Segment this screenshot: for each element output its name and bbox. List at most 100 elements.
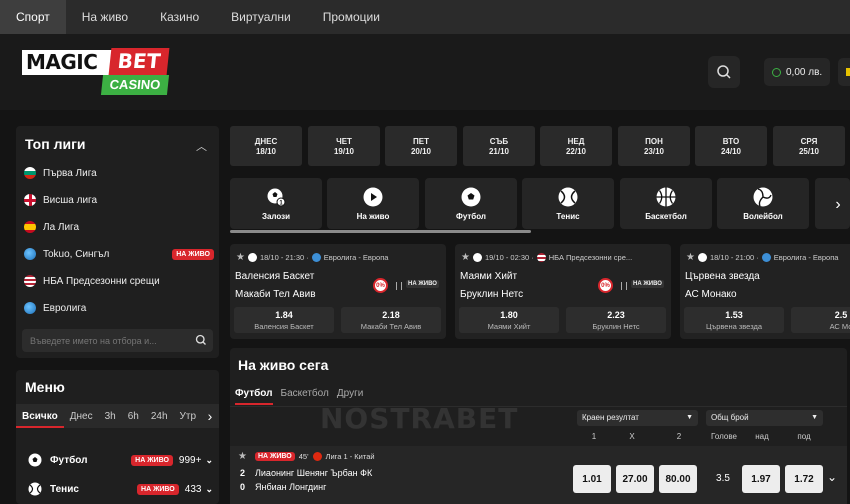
filter-6h[interactable]: 6h bbox=[122, 411, 145, 422]
tab-promotions[interactable]: Промоции bbox=[307, 0, 396, 34]
column-header: над bbox=[755, 432, 769, 441]
day-tab[interactable]: ЧЕТ 19/10 bbox=[308, 126, 380, 166]
football-icon bbox=[461, 187, 481, 206]
column-header: под bbox=[797, 432, 811, 441]
star-icon[interactable]: ★ bbox=[236, 252, 245, 263]
odd-button-away[interactable]: 2.5 АС Мо bbox=[791, 307, 850, 333]
search-icon[interactable] bbox=[195, 334, 207, 346]
league-item[interactable]: Първа Лига bbox=[24, 163, 214, 183]
market-select-result[interactable]: Краен резултат ▼ bbox=[577, 410, 698, 426]
day-date: 22/10 bbox=[565, 147, 587, 156]
tab-casino[interactable]: Казино bbox=[144, 0, 215, 34]
tab-football[interactable]: Футбол bbox=[235, 388, 273, 405]
day-tab[interactable]: СРЯ 25/10 bbox=[773, 126, 845, 166]
chevron-right-icon[interactable]: › bbox=[201, 404, 219, 428]
filter-all[interactable]: Всичко bbox=[16, 411, 64, 428]
event-league: Евролига - Европа bbox=[773, 253, 839, 262]
team-search-box bbox=[22, 329, 213, 352]
star-icon[interactable]: ★ bbox=[686, 252, 695, 263]
day-name: ПОН bbox=[645, 137, 663, 146]
odd-team: Маями Хийт bbox=[487, 322, 531, 331]
team-search-input[interactable] bbox=[30, 335, 185, 346]
live-stream-badge: НА ЖИВО bbox=[631, 280, 664, 288]
day-tab[interactable]: ПОН 23/10 bbox=[618, 126, 690, 166]
odd-button-x[interactable]: 27.00 bbox=[616, 465, 654, 493]
day-tab[interactable]: ВТО 24/10 bbox=[695, 126, 767, 166]
day-name: ПЕТ bbox=[413, 137, 429, 146]
star-icon[interactable]: ★ bbox=[238, 451, 247, 462]
odd-button-home[interactable]: 1.80 Маями Хийт bbox=[459, 307, 559, 333]
search-button[interactable] bbox=[708, 56, 740, 88]
top-nav: Спорт На живо Казино Виртуални Промоции bbox=[0, 0, 850, 34]
england-flag-icon bbox=[24, 194, 36, 206]
sport-tile-tennis[interactable]: Тенис bbox=[522, 178, 614, 229]
event-card[interactable]: ★ 18/10 - 21:30 · Евролига - Европа Вале… bbox=[230, 244, 446, 339]
bets-icon: 1 bbox=[267, 188, 286, 206]
day-date: 20/10 bbox=[410, 147, 432, 156]
league-item[interactable]: Висша лига bbox=[24, 190, 214, 210]
filter-today[interactable]: Днес bbox=[64, 411, 99, 422]
sport-tile-basketball[interactable]: Баскетбол bbox=[620, 178, 712, 229]
chevron-down-icon[interactable]: ⌄ bbox=[827, 470, 837, 484]
dropdown-arrow-icon: ▼ bbox=[686, 414, 693, 421]
event-datetime: 19/10 - 02:30 · bbox=[484, 253, 534, 262]
chevron-right-icon[interactable]: › bbox=[826, 190, 850, 220]
goals-line: 3.5 bbox=[716, 473, 730, 484]
event-card[interactable]: ★ 19/10 - 02:30 · НБА Предсезонни сре...… bbox=[455, 244, 671, 339]
collapse-chevron-icon[interactable]: ︿ bbox=[196, 138, 207, 154]
filter-24h[interactable]: 24h bbox=[145, 411, 174, 422]
event-card[interactable]: ★ 18/10 - 21:00 · Евролига - Европа Църв… bbox=[680, 244, 850, 339]
league-label: Tokuo, Сингъл bbox=[43, 248, 110, 260]
tab-live[interactable]: На живо bbox=[66, 0, 144, 34]
sport-tile-live[interactable]: На живо bbox=[327, 178, 419, 229]
tab-virtual[interactable]: Виртуални bbox=[215, 0, 307, 34]
sport-tile-football[interactable]: Футбол bbox=[425, 178, 517, 229]
day-date: 19/10 bbox=[333, 147, 355, 156]
sport-tile-bets[interactable]: 1 Залози bbox=[230, 178, 322, 229]
sports-bar-scrollbar[interactable] bbox=[230, 230, 531, 233]
odd-button-home[interactable]: 1.84 Валенсия Баскет bbox=[234, 307, 334, 333]
odd-button-away[interactable]: 2.18 Макаби Тел Авив bbox=[341, 307, 441, 333]
day-tab[interactable]: ПЕТ 20/10 bbox=[385, 126, 457, 166]
filter-tomorrow[interactable]: Утр bbox=[174, 411, 203, 422]
balance-amount: 0,00 лв. bbox=[786, 66, 823, 78]
league-item[interactable]: НБА Предсезонни срещи bbox=[24, 271, 214, 291]
odd-button-under[interactable]: 1.72 bbox=[785, 465, 823, 493]
balance-display[interactable]: 0,00 лв. bbox=[764, 58, 830, 86]
match-league: Лига 1 - Китай bbox=[325, 452, 375, 461]
live-match-row[interactable]: ★ НА ЖИВО 45' Лига 1 - Китай 2 0 Лиаонин… bbox=[230, 446, 847, 504]
magicbet-logo[interactable]: MAGIC BET CASINO bbox=[22, 48, 172, 96]
odd-button-1[interactable]: 1.01 bbox=[573, 465, 611, 493]
sport-label: Футбол bbox=[50, 454, 88, 466]
odd-button-2[interactable]: 80.00 bbox=[659, 465, 697, 493]
score-home: 2 bbox=[240, 468, 246, 478]
basketball-icon bbox=[656, 187, 676, 206]
event-datetime: 18/10 - 21:00 · bbox=[709, 253, 759, 262]
odd-button-home[interactable]: 1.53 Цървена звезда bbox=[684, 307, 784, 333]
sport-tile-volleyball[interactable]: Волейбол bbox=[717, 178, 809, 229]
tab-sport[interactable]: Спорт bbox=[0, 0, 66, 34]
day-tab[interactable]: НЕД 22/10 bbox=[540, 126, 612, 166]
wallet-button[interactable] bbox=[838, 58, 850, 86]
odd-button-over[interactable]: 1.97 bbox=[742, 465, 780, 493]
star-icon[interactable]: ★ bbox=[461, 252, 470, 263]
event-meta: ★ 18/10 - 21:00 · Евролига - Европа bbox=[686, 252, 838, 263]
market-select-total[interactable]: Общ брой ▼ bbox=[706, 410, 823, 426]
top-leagues-title: Топ лиги bbox=[25, 136, 86, 152]
coin-icon bbox=[772, 67, 781, 77]
league-item[interactable]: Ла Лига bbox=[24, 217, 214, 237]
sport-row-football[interactable]: Футбол НА ЖИВО 999+ ⌄ bbox=[28, 450, 213, 470]
sport-tile-label: Футбол bbox=[455, 211, 486, 221]
probability-badge: 0% bbox=[373, 278, 388, 293]
match-minute: 45' bbox=[298, 452, 309, 461]
league-item[interactable]: Евролига bbox=[24, 298, 214, 318]
sport-row-tennis[interactable]: Тенис НА ЖИВО 433 ⌄ bbox=[28, 479, 213, 499]
league-item[interactable]: Tokuo, Сингъл НА ЖИВО bbox=[24, 244, 214, 264]
play-icon bbox=[363, 187, 383, 206]
day-tab[interactable]: СЪБ 21/10 bbox=[463, 126, 535, 166]
filter-3h[interactable]: 3h bbox=[99, 411, 122, 422]
odd-team: Валенсия Баскет bbox=[254, 322, 314, 331]
sport-label: Тенис bbox=[50, 483, 79, 495]
odd-button-away[interactable]: 2.23 Бруклин Нетс bbox=[566, 307, 666, 333]
day-tab[interactable]: ДНЕС 18/10 bbox=[230, 126, 302, 166]
